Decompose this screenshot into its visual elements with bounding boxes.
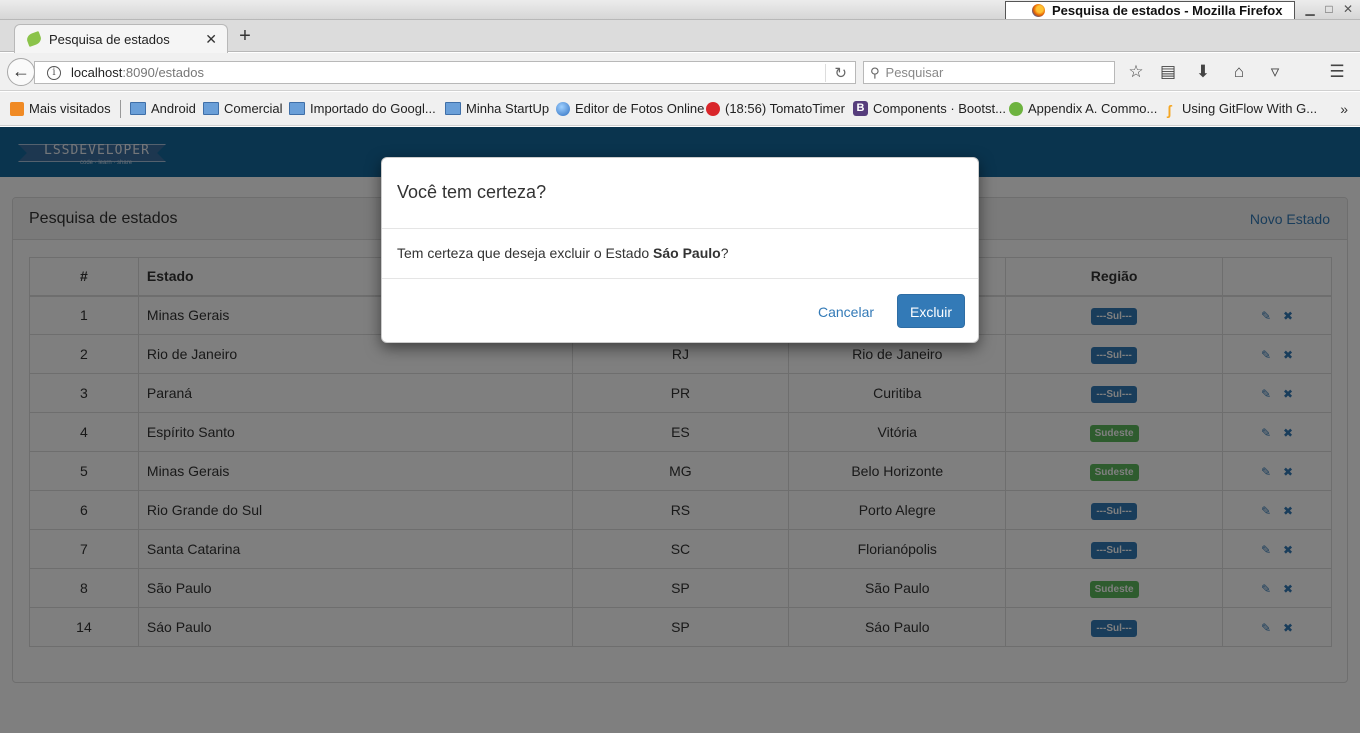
bookmark-appendix[interactable]: Appendix A. Commo...	[1009, 101, 1157, 116]
back-arrow-icon: ←	[12, 61, 30, 81]
folder-icon	[130, 102, 146, 115]
folder-icon	[203, 102, 219, 115]
modal-header: Você tem certeza?	[382, 158, 978, 229]
url-host: localhost	[71, 65, 123, 80]
bookmark-label: (18:56) TomatoTimer	[725, 101, 845, 116]
bookmarks-toolbar: Mais visitados Android Comercial Importa…	[0, 92, 1360, 126]
modal-footer: Cancelar Excluir	[382, 279, 978, 343]
bookmark-label: Mais visitados	[29, 101, 111, 116]
bookmark-editor-fotos[interactable]: Editor de Fotos Online	[556, 101, 704, 116]
bookmark-label: Appendix A. Commo...	[1028, 101, 1158, 116]
close-tab-icon[interactable]: ✕	[205, 31, 217, 48]
maximize-icon[interactable]: □	[1322, 2, 1336, 16]
bookmark-separator	[120, 100, 121, 118]
window-title-tab: Pesquisa de estados - Mozilla Firefox	[1005, 1, 1295, 19]
bookmark-label: Using GitFlow With G...	[1182, 101, 1318, 116]
window-titlebar: Pesquisa de estados - Mozilla Firefox ▁ …	[0, 0, 1360, 20]
pocket-icon[interactable]: ▿	[1265, 63, 1285, 81]
bookmark-label: Minha StartUp	[466, 101, 550, 116]
leaf-favicon-icon	[25, 30, 43, 48]
most-visited-icon	[10, 101, 24, 116]
spring-leaf-icon	[1009, 101, 1023, 116]
window-title: Pesquisa de estados - Mozilla Firefox	[1052, 3, 1283, 18]
reading-list-icon[interactable]: ▤	[1158, 63, 1178, 81]
bookmark-label: Editor de Fotos Online	[575, 101, 705, 116]
search-input[interactable]: ⚲ Pesquisar	[863, 61, 1115, 84]
tab-label: Pesquisa de estados	[49, 31, 170, 47]
close-window-icon[interactable]: ✕	[1341, 2, 1355, 16]
modal-message: Tem certeza que deseja excluir o Estado …	[397, 245, 729, 261]
bootstrap-icon: B	[853, 101, 868, 116]
tomato-icon	[706, 101, 720, 116]
download-icon[interactable]: ⬇	[1193, 63, 1213, 81]
bookmark-gitflow[interactable]: ʃ Using GitFlow With G...	[1167, 101, 1318, 118]
folder-icon	[445, 102, 461, 115]
bookmark-comercial[interactable]: Comercial	[203, 101, 283, 116]
tab-pesquisa-estados[interactable]: Pesquisa de estados ✕	[14, 24, 228, 53]
cancel-button[interactable]: Cancelar	[808, 295, 884, 329]
url-path: :8090/estados	[122, 65, 204, 80]
globe-icon	[556, 101, 570, 116]
bookmark-label: Android	[151, 101, 196, 116]
modal-message-suffix: ?	[720, 245, 729, 261]
modal-state-name: Sáo Paulo	[653, 245, 721, 261]
reload-icon[interactable]: ↻	[825, 64, 847, 82]
home-icon[interactable]: ⌂	[1229, 63, 1249, 81]
bookmark-label: Components · Bootst...	[873, 101, 1006, 116]
bookmark-importado[interactable]: Importado do Googl...	[289, 101, 436, 116]
gitflow-icon: ʃ	[1167, 102, 1172, 118]
bookmark-mais-visitados[interactable]: Mais visitados	[10, 101, 111, 116]
minimize-icon[interactable]: ▁	[1303, 2, 1317, 16]
confirm-delete-modal: Você tem certeza? Tem certeza que deseja…	[381, 157, 979, 343]
bookmark-bootstrap[interactable]: B Components · Bootst...	[853, 101, 1006, 116]
bookmark-star-icon[interactable]: ☆	[1126, 63, 1146, 81]
back-button[interactable]: ←	[7, 58, 35, 86]
modal-message-prefix: Tem certeza que deseja excluir o Estado	[397, 245, 654, 261]
bookmark-label: Importado do Googl...	[310, 101, 436, 116]
firefox-icon	[1032, 4, 1045, 17]
bookmark-minha-startup[interactable]: Minha StartUp	[445, 101, 549, 116]
modal-title: Você tem certeza?	[397, 182, 547, 202]
info-icon[interactable]: i	[47, 65, 61, 80]
url-bar[interactable]: i localhost:8090/estados ↻	[34, 61, 856, 84]
tab-strip: Pesquisa de estados ✕	[0, 20, 1360, 53]
delete-button[interactable]: Excluir	[897, 294, 965, 328]
bookmark-label: Comercial	[224, 101, 283, 116]
chevron-right-icon[interactable]: »	[1340, 101, 1348, 117]
modal-body: Tem certeza que deseja excluir o Estado …	[382, 229, 978, 279]
bookmark-android[interactable]: Android	[130, 101, 196, 116]
new-tab-icon[interactable]: +	[236, 26, 254, 46]
search-placeholder: Pesquisar	[885, 65, 944, 80]
menu-icon[interactable]: ☰	[1327, 63, 1347, 81]
navigation-bar: i localhost:8090/estados ↻ ← ⚲ Pesquisar…	[0, 53, 1360, 91]
bookmark-tomatotimer[interactable]: (18:56) TomatoTimer	[706, 101, 845, 116]
folder-icon	[289, 102, 305, 115]
search-icon: ⚲	[870, 64, 880, 80]
